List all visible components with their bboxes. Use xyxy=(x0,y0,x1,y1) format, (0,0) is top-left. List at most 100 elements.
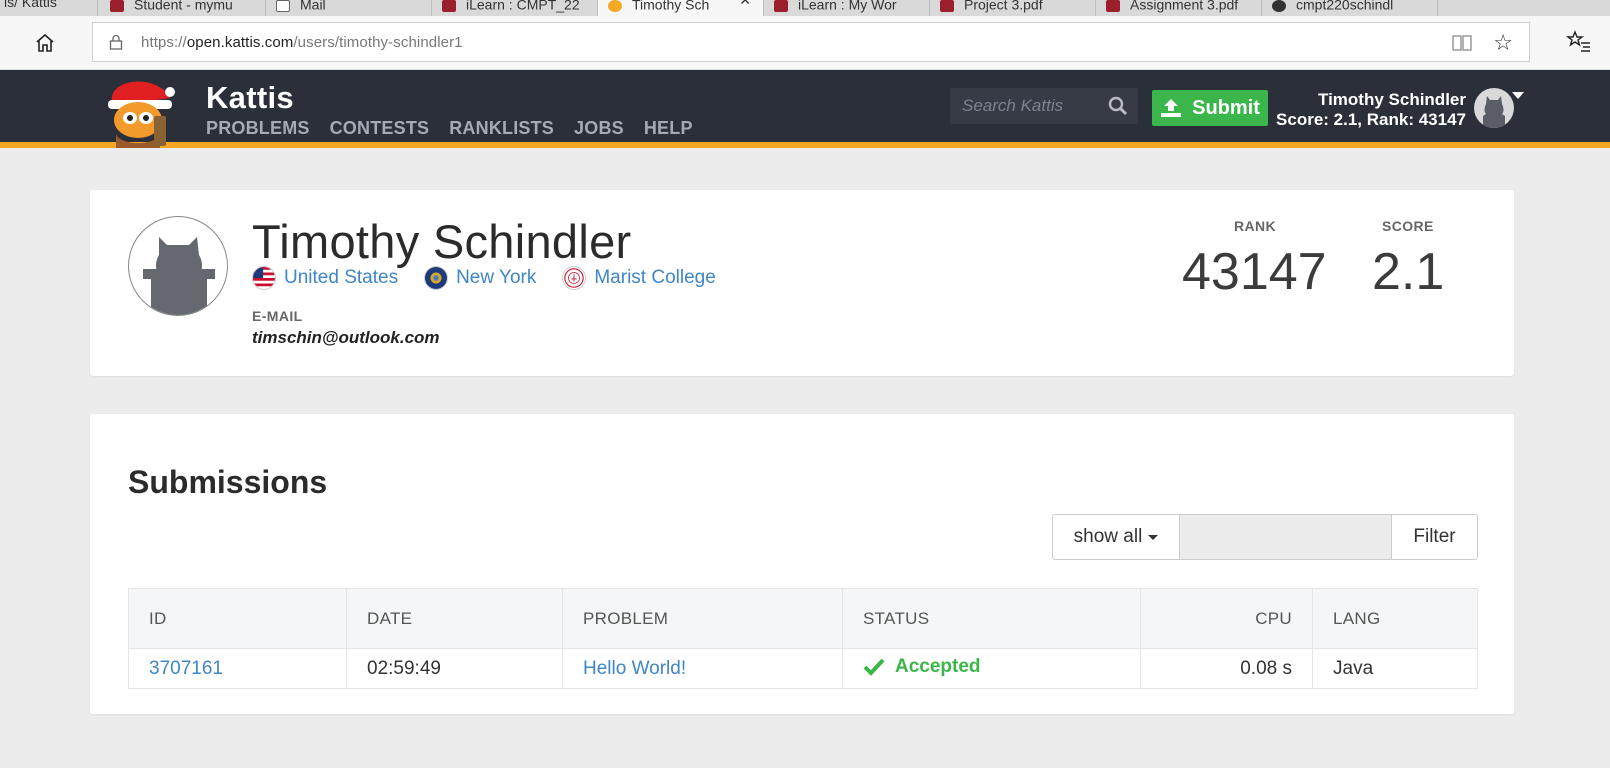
score-label: SCORE xyxy=(1382,218,1434,234)
col-lang: LANG xyxy=(1312,588,1478,649)
school-label: Marist College xyxy=(594,267,716,288)
browser-tab[interactable]: Assignment 3.pdf xyxy=(1096,0,1262,16)
kattis-favicon-icon xyxy=(608,0,622,12)
status-text: Accepted xyxy=(895,655,981,677)
tab-favicon-icon xyxy=(110,0,124,12)
tab-label: is/ Kattis xyxy=(4,0,57,10)
status-filter-dropdown[interactable]: show all xyxy=(1052,514,1180,560)
search-icon[interactable] xyxy=(1108,96,1128,116)
browser-tab[interactable]: iLearn : My Wor xyxy=(764,0,930,16)
lock-icon xyxy=(109,34,123,50)
close-icon[interactable]: ✕ xyxy=(739,0,751,7)
profile-card: Timothy Schindler United States New York… xyxy=(90,190,1514,376)
tab-label: Student - mymu xyxy=(134,0,233,13)
submissions-filter: show all Filter xyxy=(1052,514,1478,560)
brand-name[interactable]: Kattis xyxy=(206,80,294,116)
user-summary[interactable]: Timothy Schindler Score: 2.1, Rank: 4314… xyxy=(1276,90,1466,130)
browser-tab[interactable]: Mail xyxy=(266,0,432,16)
country-label: United States xyxy=(284,267,399,288)
kattis-logo[interactable] xyxy=(94,72,186,148)
header-avatar[interactable] xyxy=(1474,88,1514,128)
us-flag-icon xyxy=(252,266,276,290)
status-badge: Accepted xyxy=(863,656,981,678)
rank-label: RANK xyxy=(1234,218,1277,234)
search-box xyxy=(950,88,1138,124)
new-york-flag-icon xyxy=(424,266,449,290)
submissions-card: Submissions show all Filter ID DATE PROB… xyxy=(90,414,1514,714)
cell-date: 02:59:49 xyxy=(346,648,563,689)
col-problem: PROBLEM xyxy=(562,588,843,649)
browser-tab-strip: is/ Kattis Student - mymu Mail iLearn : … xyxy=(0,0,1610,16)
chevron-down-icon xyxy=(1148,534,1159,540)
region-label: New York xyxy=(456,267,537,288)
reading-view-icon[interactable] xyxy=(1451,32,1473,54)
header-user-stats: Score: 2.1, Rank: 43147 xyxy=(1276,110,1466,129)
browser-tab[interactable]: is/ Kattis xyxy=(0,0,98,16)
tab-label: Mail xyxy=(300,0,326,13)
rank-value: 43147 xyxy=(1182,243,1327,301)
status-filter-value: show all xyxy=(1073,526,1143,547)
browser-tab[interactable]: iLearn : CMPT_22 xyxy=(432,0,598,16)
nav-help[interactable]: HELP xyxy=(644,118,693,139)
cell-status: Accepted xyxy=(842,648,1141,689)
tab-label: Timothy Sch xyxy=(632,0,710,13)
table-header-row: ID DATE PROBLEM STATUS CPU LANG xyxy=(128,588,1478,649)
nav-contests[interactable]: CONTESTS xyxy=(330,118,430,139)
col-status: STATUS xyxy=(842,588,1141,649)
profile-name: Timothy Schindler xyxy=(252,215,632,268)
col-cpu: CPU xyxy=(1140,588,1313,649)
col-date: DATE xyxy=(346,588,563,649)
upload-icon xyxy=(1161,99,1182,117)
url-text: https://open.kattis.com/users/timothy-sc… xyxy=(141,34,463,51)
cell-problem: Hello World! xyxy=(562,648,843,689)
search-input[interactable] xyxy=(950,88,1100,124)
browser-tab[interactable]: Student - mymu xyxy=(100,0,266,16)
problem-link[interactable]: Hello World! xyxy=(583,658,686,679)
url-path: /users/timothy-schindler1 xyxy=(293,34,463,51)
region-link[interactable]: New York xyxy=(424,266,536,290)
nav-jobs[interactable]: JOBS xyxy=(574,118,624,139)
default-avatar-icon xyxy=(1483,96,1505,128)
nav-problems[interactable]: PROBLEMS xyxy=(206,118,310,139)
tab-label: iLearn : CMPT_22 xyxy=(466,0,580,13)
mail-icon xyxy=(276,0,290,12)
browser-tab-active[interactable]: Timothy Sch ✕ xyxy=(598,0,764,16)
home-button[interactable] xyxy=(30,28,60,58)
filter-input[interactable] xyxy=(1180,514,1392,560)
filter-button[interactable]: Filter xyxy=(1392,514,1478,560)
main-nav: PROBLEMS CONTESTS RANKLISTS JOBS HELP xyxy=(206,118,693,139)
submit-button[interactable]: Submit xyxy=(1152,90,1268,126)
country-link[interactable]: United States xyxy=(252,266,398,290)
submissions-title: Submissions xyxy=(128,464,328,500)
checkmark-icon xyxy=(863,658,885,676)
user-menu-caret-icon[interactable] xyxy=(1512,92,1524,99)
browser-tab[interactable]: Project 3.pdf xyxy=(930,0,1096,16)
submissions-table: ID DATE PROBLEM STATUS CPU LANG 3707161 … xyxy=(128,588,1478,689)
url-scheme: https:// xyxy=(141,34,187,51)
favorite-star-icon[interactable]: ☆ xyxy=(1493,30,1513,56)
email-label: E-MAIL xyxy=(252,308,303,324)
favorites-hub-icon[interactable] xyxy=(1566,29,1592,55)
browser-tab[interactable]: cmpt220schindl xyxy=(1262,0,1438,16)
site-header: Kattis PROBLEMS CONTESTS RANKLISTS JOBS … xyxy=(0,70,1610,148)
table-row: 3707161 02:59:49 Hello World! Accepted 0… xyxy=(128,648,1478,689)
col-id: ID xyxy=(128,588,347,649)
nav-ranklists[interactable]: RANKLISTS xyxy=(449,118,554,139)
cell-id: 3707161 xyxy=(128,648,347,689)
email-value: timschin@outlook.com xyxy=(252,328,440,347)
browser-address-bar: https://open.kattis.com/users/timothy-sc… xyxy=(0,16,1610,70)
marist-seal-icon xyxy=(562,266,587,290)
header-user-name: Timothy Schindler xyxy=(1318,90,1466,109)
submit-label: Submit xyxy=(1192,96,1260,119)
url-field[interactable]: https://open.kattis.com/users/timothy-sc… xyxy=(92,22,1530,62)
tab-label: cmpt220schindl xyxy=(1296,0,1394,13)
profile-avatar xyxy=(128,216,228,316)
tab-label: iLearn : My Wor xyxy=(798,0,897,13)
submission-id-link[interactable]: 3707161 xyxy=(149,658,223,679)
github-icon xyxy=(1272,0,1286,12)
default-avatar-icon xyxy=(143,237,215,315)
tab-label: Project 3.pdf xyxy=(964,0,1043,13)
school-link[interactable]: Marist College xyxy=(562,266,716,290)
tab-favicon-icon xyxy=(1106,0,1120,12)
tab-favicon-icon xyxy=(442,0,456,12)
